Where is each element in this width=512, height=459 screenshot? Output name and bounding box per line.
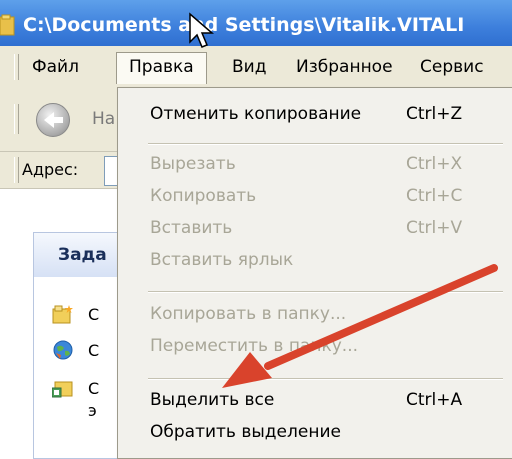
- menu-item-label: Вставить ярлык: [150, 250, 294, 270]
- menu-bar: Файл Правка Вид Избранное Сервис: [0, 46, 512, 90]
- menu-item-label: Отменить копирование: [150, 104, 362, 124]
- address-label: Адрес:: [22, 160, 79, 179]
- menu-item-shortcut: Ctrl+V: [406, 218, 463, 238]
- folder-icon: [0, 14, 15, 36]
- menu-item-undo-copy[interactable]: Отменить копирование Ctrl+Z: [150, 104, 462, 124]
- menu-item-label: Обратить выделение: [150, 422, 341, 442]
- menu-separator: [148, 143, 503, 145]
- addressbar-grip[interactable]: [14, 157, 19, 183]
- menu-item-move-to-folder[interactable]: Переместить в папку...: [150, 336, 358, 356]
- menu-item-label: Вырезать: [150, 154, 236, 174]
- menubar-grip[interactable]: [14, 54, 19, 80]
- menu-item-shortcut: Ctrl+C: [406, 186, 463, 206]
- back-arrow-icon: [36, 103, 70, 137]
- task-pane-title: Зада: [58, 245, 107, 265]
- menu-item-paste[interactable]: Вставить Ctrl+V: [150, 218, 462, 238]
- task-item-label: С: [88, 305, 100, 324]
- menu-favorites[interactable]: Избранное: [286, 55, 403, 79]
- back-button[interactable]: На: [30, 99, 120, 139]
- menu-item-paste-shortcut[interactable]: Вставить ярлык: [150, 250, 293, 270]
- menu-item-shortcut: Ctrl+A: [406, 390, 463, 410]
- menu-item-invert-selection[interactable]: Обратить выделение: [150, 422, 341, 442]
- menu-separator: [148, 291, 503, 293]
- menu-item-label: Переместить в папку...: [150, 336, 359, 356]
- task-item-label: С: [88, 341, 100, 360]
- menu-item-label: Вставить: [150, 218, 233, 238]
- edit-menu-dropdown: Отменить копирование Ctrl+Z Вырезать Ctr…: [117, 87, 512, 459]
- menu-item-label: Копировать: [150, 186, 257, 206]
- task-item-label: С: [88, 379, 100, 398]
- menu-tools[interactable]: Сервис: [410, 55, 494, 79]
- toolbar-grip[interactable]: [14, 104, 19, 134]
- menu-edit[interactable]: Правка: [116, 52, 207, 84]
- menu-item-shortcut: Ctrl+X: [406, 154, 463, 174]
- menu-item-label: Выделить все: [150, 390, 275, 410]
- new-folder-icon: [52, 305, 73, 324]
- menu-item-cut[interactable]: Вырезать Ctrl+X: [150, 154, 462, 174]
- window-title: C:\Documents and Settings\Vitalik.VITALI: [23, 14, 465, 36]
- back-label: На: [92, 109, 116, 129]
- title-bar[interactable]: C:\Documents and Settings\Vitalik.VITALI: [0, 0, 512, 46]
- menu-file[interactable]: Файл: [22, 55, 89, 79]
- menu-item-select-all[interactable]: Выделить все Ctrl+A: [150, 390, 462, 410]
- share-folder-icon: [52, 381, 73, 398]
- globe-icon: [53, 340, 73, 360]
- task-item-label-line2: э: [88, 401, 97, 420]
- mouse-cursor-icon: [189, 12, 215, 48]
- menu-item-label: Копировать в папку...: [150, 304, 347, 324]
- menu-item-shortcut: Ctrl+Z: [406, 104, 463, 124]
- menu-item-copy-to-folder[interactable]: Копировать в папку...: [150, 304, 346, 324]
- menu-view[interactable]: Вид: [222, 55, 276, 79]
- menu-item-copy[interactable]: Копировать Ctrl+C: [150, 186, 462, 206]
- menu-separator: [148, 378, 503, 380]
